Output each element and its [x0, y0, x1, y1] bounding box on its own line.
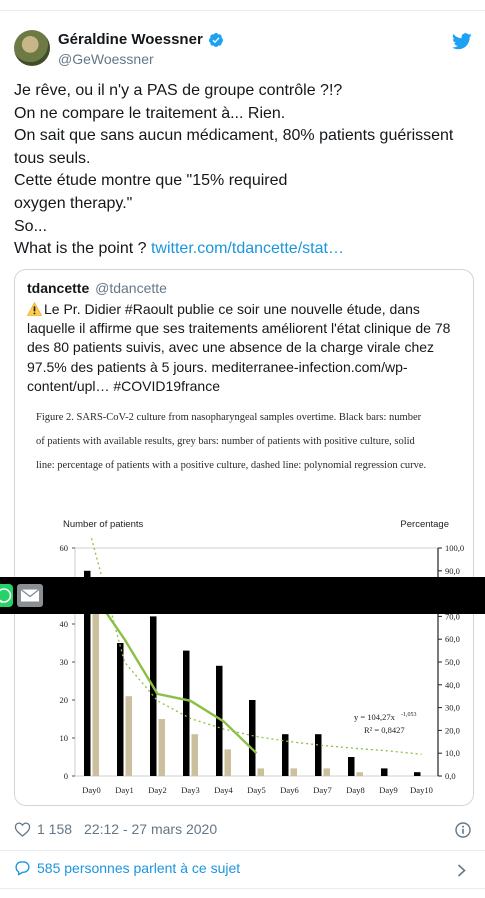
x-tick-label: Day4 — [214, 785, 233, 795]
conversation-link[interactable]: 585 personnes parlent à ce sujet — [14, 860, 240, 876]
y-tick-label: 0 — [64, 771, 68, 781]
x-tick-label: Day10 — [410, 785, 433, 795]
x-tick-label: Day6 — [280, 785, 298, 795]
tweet-embed: Géraldine Woessner @GeWoessner Je rêve, … — [0, 0, 485, 898]
author-handle[interactable]: @GeWoessner — [58, 51, 154, 67]
twitter-bird-icon[interactable] — [452, 33, 472, 50]
bar-available-results — [150, 616, 157, 776]
y2-tick-label: 100,0 — [445, 543, 464, 553]
y-axis-title: Number of patients — [63, 519, 144, 530]
bar-positive-culture — [290, 768, 297, 776]
comment-bubble-icon — [15, 861, 30, 876]
x-tick-label: Day5 — [247, 785, 265, 795]
info-icon[interactable] — [455, 822, 471, 838]
tweet-line: oxygen therapy." — [14, 194, 133, 212]
x-tick-label: Day2 — [148, 785, 166, 795]
bar-positive-culture — [257, 768, 264, 776]
bar-available-results — [381, 768, 388, 776]
chevron-right-icon[interactable] — [457, 864, 466, 877]
x-tick-label: Day3 — [181, 785, 199, 795]
quoted-line: laquelle il affirme que ses traitements … — [27, 320, 451, 337]
verified-badge-icon — [208, 32, 223, 47]
bar-positive-culture — [356, 772, 363, 776]
y-tick-label: 30 — [60, 657, 69, 667]
share-bar — [0, 577, 485, 614]
x-tick-label: Day1 — [115, 785, 133, 795]
y2-tick-label: 60,0 — [445, 634, 460, 644]
x-tick-label: Day0 — [82, 785, 100, 795]
tweet-line-last: What is the point ? twitter.com/tdancett… — [14, 238, 474, 261]
mail-icon — [20, 588, 40, 602]
quoted-author-row[interactable]: tdancette @tdancette — [27, 280, 167, 296]
bar-available-results — [315, 734, 322, 776]
meta-divider — [0, 850, 485, 851]
whatsapp-icon — [0, 588, 12, 604]
quoted-line: Le Pr. Didier #Raoult publie ce soir une… — [44, 301, 420, 317]
quoted-line: content/upl… #COVID19france — [27, 377, 220, 394]
tweet-meta: 1 158 22:12 - 27 mars 2020 — [14, 821, 217, 837]
y2-axis-title: Percentage — [400, 519, 449, 530]
y2-tick-label: 0,0 — [445, 771, 456, 781]
quoted-line: des 80 patients suivis, avec une absence… — [27, 339, 435, 356]
quoted-author-name: tdancette — [27, 280, 90, 296]
avatar[interactable] — [14, 30, 50, 66]
email-share-button[interactable] — [17, 584, 43, 607]
y2-tick-label: 40,0 — [445, 680, 460, 690]
tweet-line: Cette étude montre que "15% required — [14, 172, 288, 190]
x-tick-label: Day8 — [346, 785, 364, 795]
percentage-line — [90, 590, 258, 755]
bar-available-results — [183, 650, 190, 776]
regression-exponent: -1,053 — [401, 712, 417, 718]
x-tick-label: Day7 — [313, 785, 331, 795]
bar-available-results — [117, 643, 124, 776]
author-name[interactable]: Géraldine Woessner — [58, 31, 203, 48]
quoted-text: Le Pr. Didier #Raoult publie ce soir une… — [27, 300, 467, 396]
whatsapp-share-button[interactable] — [0, 584, 13, 607]
bar-positive-culture — [92, 608, 99, 776]
bar-positive-culture — [191, 734, 198, 776]
regression-r2: R² = 0,8427 — [364, 725, 405, 735]
tweet-line: On ne compare le traitement à... Rien. — [14, 104, 286, 122]
author-row[interactable]: Géraldine Woessner — [58, 31, 224, 48]
timestamp[interactable]: 22:12 - 27 mars 2020 — [84, 821, 217, 837]
quoted-line: 97.5% des patients à 5 jours. mediterran… — [27, 358, 408, 375]
tweet-line: Je rêve, ou il n'y a PAS de groupe contr… — [14, 82, 343, 99]
y-tick-label: 60 — [60, 543, 69, 553]
y-tick-label: 10 — [60, 733, 69, 743]
y2-tick-label: 30,0 — [445, 703, 460, 713]
tweet-text: Je rêve, ou il n'y a PAS de groupe contr… — [14, 80, 474, 261]
y-tick-label: 20 — [60, 695, 69, 705]
bar-positive-culture — [224, 749, 231, 776]
bottom-divider — [0, 888, 485, 889]
tweet-line: On sait que sans aucun médicament, 80% p… — [14, 127, 454, 145]
bar-positive-culture — [158, 719, 165, 776]
quoted-line-first: Le Pr. Didier #Raoult publie ce soir une… — [27, 300, 467, 319]
heart-icon[interactable] — [14, 821, 31, 837]
bar-available-results — [249, 700, 256, 776]
y2-tick-label: 90,0 — [445, 566, 460, 576]
tweet-line: tous seuls. — [14, 149, 91, 167]
y2-tick-label: 20,0 — [445, 725, 460, 735]
conversation-label[interactable]: 585 personnes parlent à ce sujet — [37, 860, 240, 876]
y2-tick-label: 50,0 — [445, 657, 460, 667]
y2-tick-label: 10,0 — [445, 748, 460, 758]
bar-available-results — [414, 772, 421, 776]
x-tick-label: Day9 — [379, 785, 397, 795]
quoted-tweet[interactable]: tdancette @tdancette Le Pr. Didier #Raou… — [14, 269, 474, 806]
like-count[interactable]: 1 158 — [37, 821, 72, 837]
bar-available-results — [348, 757, 355, 776]
y-tick-label: 40 — [60, 619, 69, 629]
quoted-author-handle: @tdancette — [95, 280, 167, 296]
top-divider — [0, 10, 485, 11]
tweet-line: So... — [14, 217, 47, 235]
bar-positive-culture — [323, 768, 330, 776]
regression-equation: y = 104,27x — [354, 712, 396, 722]
warning-icon — [27, 302, 42, 316]
bar-positive-culture — [125, 696, 132, 776]
tweet-link[interactable]: twitter.com/tdancette/stat… — [151, 240, 344, 257]
tweet-line: What is the point ? — [14, 240, 151, 258]
